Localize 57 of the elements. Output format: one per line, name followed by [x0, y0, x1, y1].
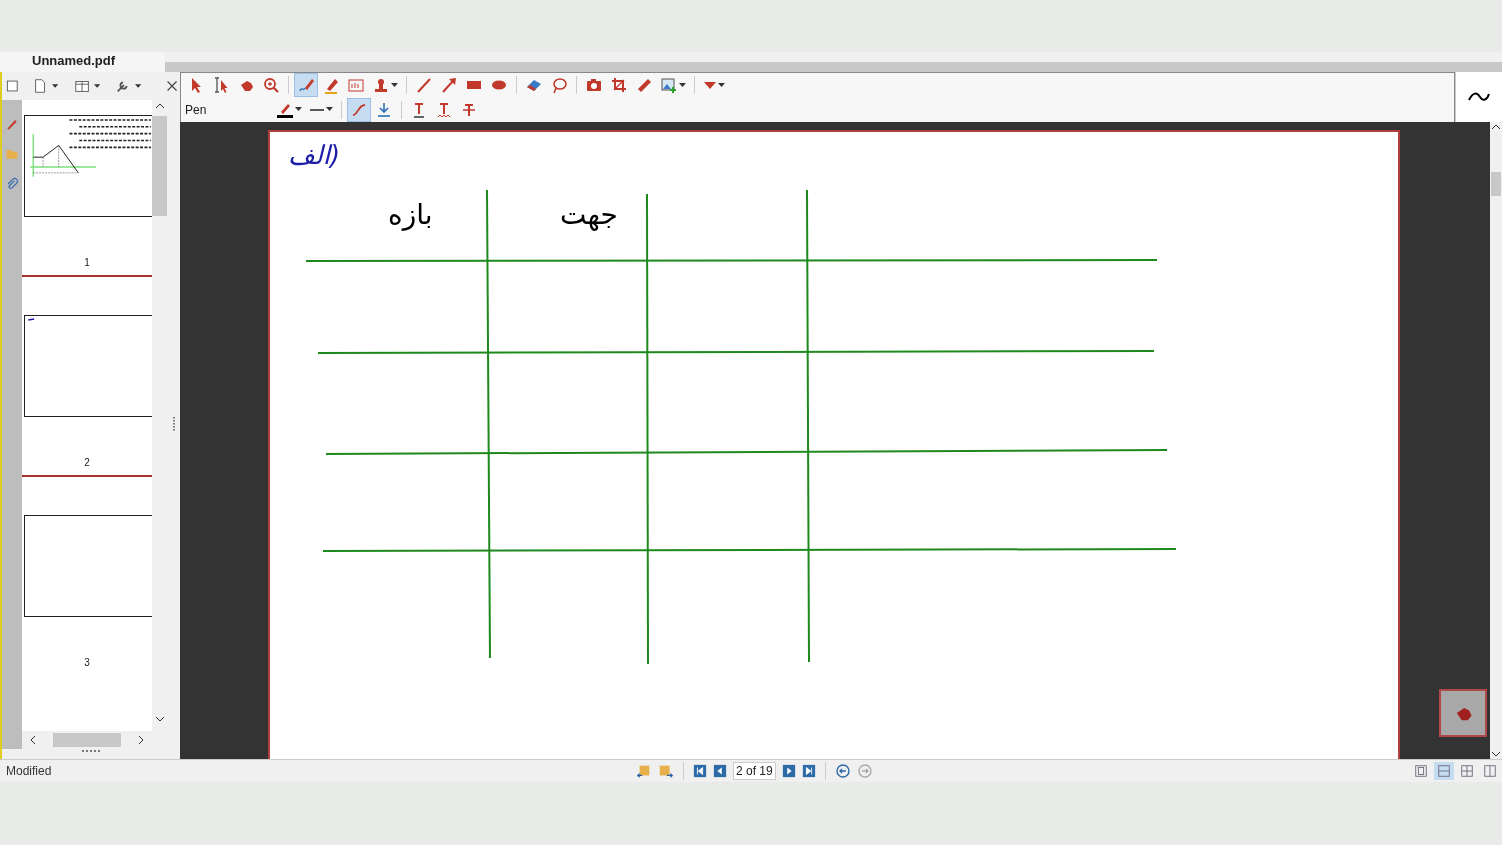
caret-icon: [391, 82, 398, 88]
caret-icon: [135, 83, 142, 89]
caret-icon: [718, 82, 725, 88]
page-layout-icon: [1483, 764, 1497, 778]
page-number-field[interactable]: 2 of 19: [733, 762, 776, 780]
page-number: 2: [84, 457, 90, 468]
page-layout-icon: [1414, 764, 1428, 778]
textbox-icon: [347, 76, 365, 95]
highlighter-icon: [322, 76, 340, 95]
scrollbar-thumb[interactable]: [152, 116, 167, 216]
caret-icon: [52, 83, 59, 89]
lasso-icon: [550, 76, 568, 95]
line-style-icon: [309, 107, 325, 112]
curve-tool[interactable]: [348, 98, 370, 121]
splitter-grip-icon: [171, 417, 176, 432]
page-layout-icon: [1437, 764, 1451, 778]
paperclip-icon: [5, 176, 19, 192]
page-number: 1: [84, 257, 90, 268]
checkbox-icon: [6, 79, 19, 93]
hand-tool-button[interactable]: [1439, 689, 1487, 737]
arrow-icon: [440, 76, 458, 95]
handwritten-label: جهت: [560, 198, 618, 231]
ink-mark: [27, 318, 35, 321]
zoom-icon: [262, 76, 280, 95]
scrollbar-thumb[interactable]: [1491, 172, 1501, 196]
first-page-icon: [693, 764, 707, 778]
handwritten-label: بازه: [388, 198, 433, 231]
document-tab[interactable]: Unnamed.pdf: [0, 52, 165, 72]
shape-icon: [703, 80, 717, 90]
caret-icon: [93, 83, 100, 89]
pen-tool[interactable]: [295, 74, 317, 97]
vertical-scrollbar[interactable]: [1490, 122, 1502, 759]
line-icon: [415, 76, 433, 95]
handwritten-heading: الف): [288, 140, 341, 170]
download-icon: [375, 100, 393, 119]
back-icon: [834, 763, 851, 779]
page-number: 3: [84, 657, 90, 668]
previous-page-icon: [713, 764, 727, 778]
splitter-grip-icon: [82, 749, 100, 753]
page-thumbnail[interactable]: [24, 315, 152, 417]
image-icon: [660, 76, 678, 95]
stamp-icon: [372, 76, 390, 95]
page-layout-icon: [1460, 764, 1474, 778]
next-page-icon: [781, 764, 796, 778]
forward-icon: [856, 763, 873, 779]
last-page-icon: [801, 764, 816, 778]
caret-icon: [679, 82, 686, 88]
squiggly-icon: [435, 100, 453, 119]
caret-icon: [326, 107, 333, 113]
caret-icon: [295, 107, 302, 113]
tool-name: Pen: [185, 102, 208, 117]
status-text: Modified: [5, 764, 53, 778]
horizontal-scrollbar[interactable]: [22, 731, 152, 749]
text-select-icon: [212, 76, 230, 95]
page-thumbnail[interactable]: [24, 115, 152, 217]
crop-icon: [610, 76, 628, 95]
page-thumbnail[interactable]: [24, 515, 152, 617]
